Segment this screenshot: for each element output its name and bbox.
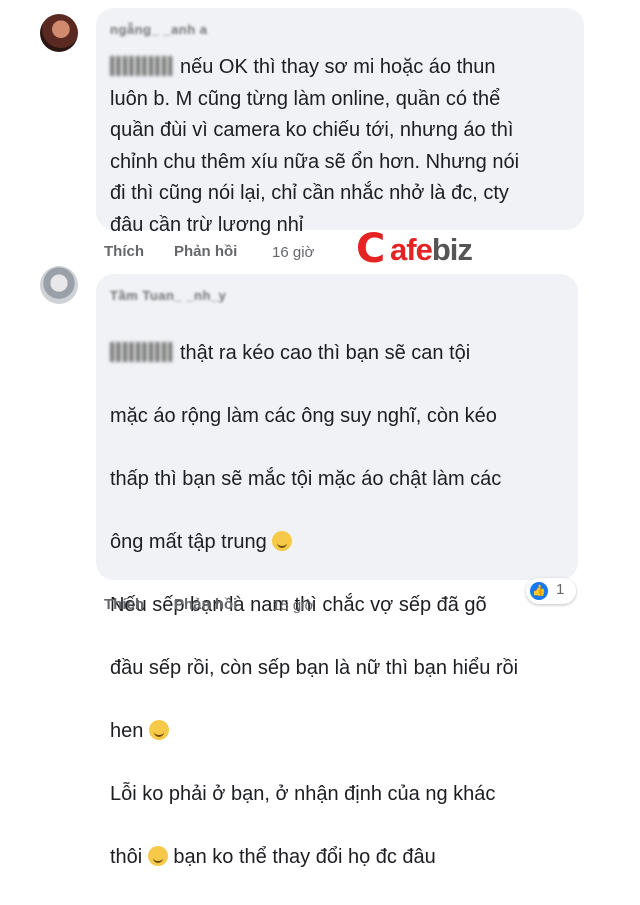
reaction-summary[interactable]: 👍 1 <box>526 578 576 604</box>
tagged-name[interactable] <box>110 341 172 362</box>
comment-timestamp[interactable]: 16 giờ <box>272 244 314 261</box>
comment-timestamp[interactable]: 15 giờ <box>272 597 314 614</box>
cafebiz-logo: C afebiz <box>356 226 526 272</box>
like-button[interactable]: Thích <box>104 596 144 613</box>
emoji-icon <box>272 530 293 551</box>
tagged-name[interactable] <box>110 56 172 76</box>
emoji-icon <box>148 719 169 740</box>
comment-line: mặc áo rộng làm các ông suy nghĩ, còn ké… <box>110 404 497 427</box>
emoji-icon <box>147 845 168 866</box>
comment-line: thôi bạn ko thể thay đổi họ đc đâu <box>110 845 436 868</box>
comment-text: nếu OK thì thay sơ mi hoặc áo thun luôn … <box>110 56 520 236</box>
comment-bubble: ngẫng_ _anh a nếu OK thì thay sơ mi hoặc… <box>96 8 584 236</box>
avatar[interactable] <box>40 14 78 52</box>
like-icon: 👍 <box>530 582 548 600</box>
comment-line: thật ra kéo cao thì bạn sẽ can tội <box>110 338 518 370</box>
comment-line: hen <box>110 716 518 748</box>
like-button[interactable]: Thích <box>104 243 144 260</box>
avatar[interactable] <box>40 266 78 304</box>
logo-c: C <box>356 226 386 272</box>
comment-line: Lỗi ko phải ở bạn, ở nhận định của ng kh… <box>110 782 496 805</box>
comment-line: ông mất tập trung <box>110 527 518 559</box>
comment-line: thấp thì bạn sẽ mắc tội mặc áo chật làm … <box>110 467 502 490</box>
comment-line: đầu sếp rồi, còn sếp bạn là nữ thì bạn h… <box>110 656 519 679</box>
logo-wordmark: afebiz <box>390 232 473 267</box>
reply-button[interactable]: Phản hồi <box>174 243 237 260</box>
reaction-count: 1 <box>556 581 565 598</box>
comment-author[interactable]: Tầm Tuan_ _nh_y <box>110 288 226 303</box>
comment-author[interactable]: ngẫng_ _anh a <box>110 22 208 37</box>
reply-button[interactable]: Phản hồi <box>174 596 237 613</box>
